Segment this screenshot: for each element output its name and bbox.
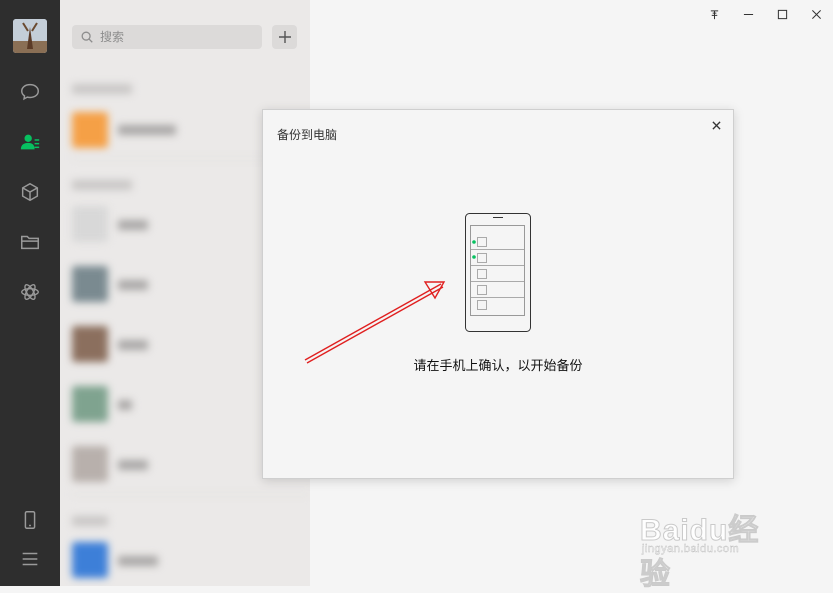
favorites-icon[interactable]: [16, 178, 44, 206]
backup-dialog: 备份到电脑 请在手机上确认，以开始备份: [262, 109, 734, 479]
list-item-name[interactable]: [118, 220, 148, 230]
list-item-avatar[interactable]: [72, 446, 108, 482]
list-item-avatar[interactable]: [72, 206, 108, 242]
list-item-avatar[interactable]: [72, 542, 108, 578]
dialog-message: 请在手机上确认，以开始备份: [413, 358, 583, 373]
list-item-avatar[interactable]: [72, 266, 108, 302]
minimize-button[interactable]: [731, 0, 765, 28]
add-contact-button[interactable]: [272, 25, 297, 49]
chat-icon[interactable]: [16, 78, 44, 106]
list-item-name[interactable]: [118, 460, 148, 470]
list-item-avatar[interactable]: [72, 386, 108, 422]
sidebar: [0, 0, 60, 586]
search-icon: [81, 31, 93, 43]
list-item-name[interactable]: [118, 556, 158, 566]
list-section-header: [72, 180, 132, 190]
list-item-name[interactable]: [118, 340, 148, 350]
list-item-name[interactable]: [118, 125, 176, 135]
list-item-name[interactable]: [118, 280, 148, 290]
contacts-icon[interactable]: [16, 128, 44, 156]
close-icon: [811, 9, 821, 19]
list-item-avatar[interactable]: [72, 326, 108, 362]
watermark: Baidu经验 jingyan.baidu.com: [640, 495, 790, 592]
list-section-header: [72, 84, 132, 94]
window-controls: [697, 0, 833, 28]
minimize-icon: [743, 13, 753, 15]
miniprogram-icon[interactable]: [16, 278, 44, 306]
pin-button[interactable]: [697, 0, 731, 28]
watermark-url: jingyan.baidu.com: [642, 543, 740, 555]
list-divider: [72, 494, 310, 495]
maximize-button[interactable]: [765, 0, 799, 28]
search-input[interactable]: [98, 29, 252, 45]
avatar[interactable]: [13, 19, 47, 53]
annotation-arrow: [304, 281, 446, 364]
phone-icon[interactable]: [16, 506, 44, 534]
list-item-name[interactable]: [118, 400, 132, 410]
pin-icon: [710, 9, 718, 19]
search-box[interactable]: [72, 25, 262, 49]
maximize-icon: [777, 9, 787, 19]
close-button[interactable]: [799, 0, 833, 28]
list-section-header: [72, 516, 108, 526]
plus-icon: [278, 31, 291, 43]
phone-illustration: [304, 213, 531, 364]
menu-icon[interactable]: [16, 545, 44, 573]
folder-icon[interactable]: [16, 228, 44, 256]
list-item-avatar[interactable]: [72, 112, 108, 148]
